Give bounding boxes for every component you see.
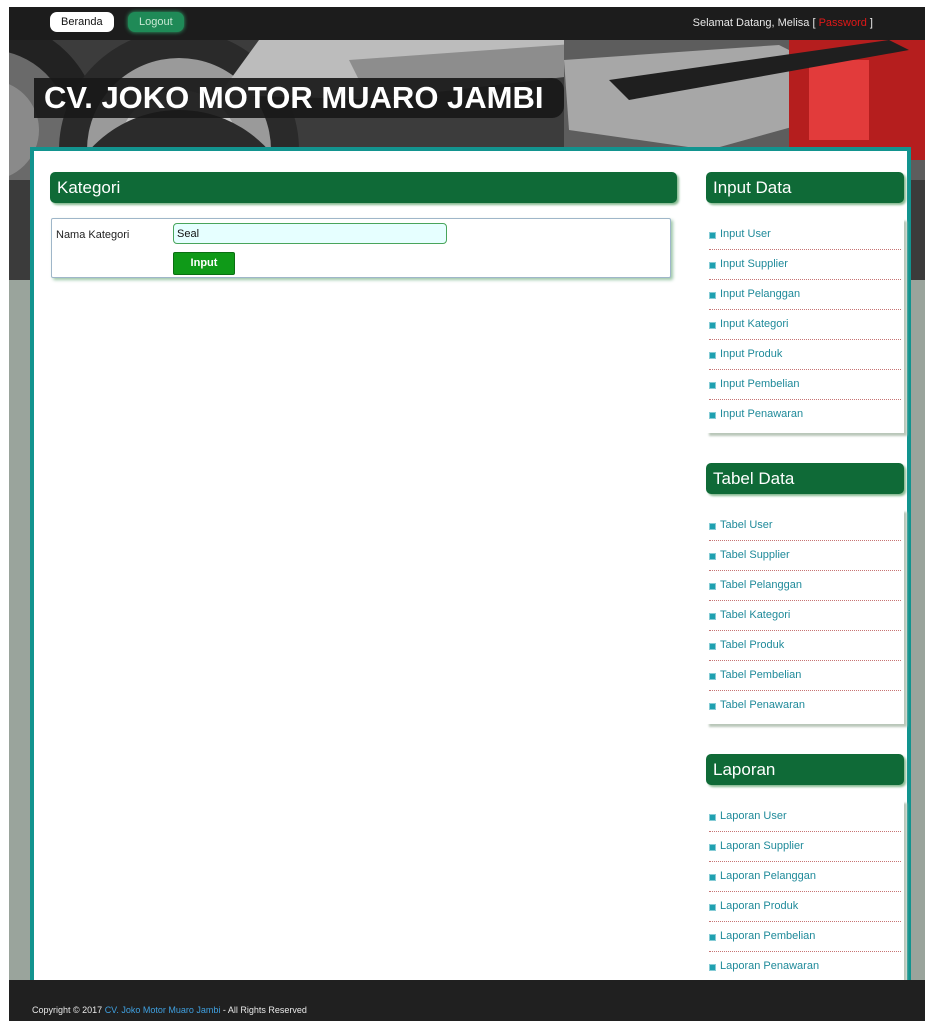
input-submit-button[interactable]: Input bbox=[173, 252, 235, 275]
page-frame: Beranda Logout Selamat Datang, Melisa [ … bbox=[9, 7, 925, 1021]
sidebar-item-laporan-pembelian[interactable]: Laporan Pembelian bbox=[709, 922, 901, 952]
sidebar-item-input-pembelian[interactable]: Input Pembelian bbox=[709, 370, 901, 400]
sidebar-item-label: Input Pembelian bbox=[720, 378, 800, 390]
sidebar-item-label: Tabel Kategori bbox=[720, 609, 791, 621]
bullet-icon bbox=[709, 322, 716, 329]
password-link[interactable]: Password bbox=[819, 17, 867, 29]
sidebar-list-input: Input User Input Supplier Input Pelangga… bbox=[706, 218, 904, 433]
sidebar-item-label: Laporan Pembelian bbox=[720, 930, 816, 942]
top-nav-bar: Beranda Logout Selamat Datang, Melisa [ … bbox=[9, 7, 925, 40]
sidebar-title-laporan: Laporan bbox=[706, 754, 904, 785]
bullet-icon bbox=[709, 232, 716, 239]
bullet-icon bbox=[709, 703, 716, 710]
category-name-label: Nama Kategori bbox=[56, 229, 130, 241]
sidebar-item-label: Tabel Produk bbox=[720, 639, 785, 651]
brand-title: CV. JOKO MOTOR MUARO JAMBI bbox=[34, 78, 564, 118]
bullet-icon bbox=[709, 412, 716, 419]
sidebar-list-tabel: Tabel User Tabel Supplier Tabel Pelangga… bbox=[706, 509, 904, 724]
bullet-icon bbox=[709, 814, 716, 821]
sidebar-item-label: Laporan Supplier bbox=[720, 840, 804, 852]
category-form: Nama Kategori Input bbox=[51, 218, 671, 278]
sidebar-item-tabel-produk[interactable]: Tabel Produk bbox=[709, 631, 901, 661]
sidebar-title-tabel-data: Tabel Data bbox=[706, 463, 904, 494]
sidebar-item-laporan-user[interactable]: Laporan User bbox=[709, 802, 901, 832]
sidebar-item-label: Tabel Supplier bbox=[720, 549, 790, 561]
greeting-suffix: ] bbox=[866, 17, 873, 29]
bullet-icon bbox=[709, 643, 716, 650]
bullet-icon bbox=[709, 874, 716, 881]
sidebar-item-label: Laporan Penawaran bbox=[720, 960, 820, 972]
sidebar-item-label: Input Produk bbox=[720, 348, 783, 360]
company-link[interactable]: CV. Joko Motor Muaro Jambi bbox=[105, 1005, 221, 1015]
sidebar-list-laporan: Laporan User Laporan Supplier Laporan Pe… bbox=[706, 800, 904, 985]
logout-button[interactable]: Logout bbox=[128, 12, 184, 32]
bullet-icon bbox=[709, 262, 716, 269]
sidebar-item-label: Tabel User bbox=[720, 519, 773, 531]
sidebar-item-input-user[interactable]: Input User bbox=[709, 220, 901, 250]
bullet-icon bbox=[709, 583, 716, 590]
home-button[interactable]: Beranda bbox=[50, 12, 114, 32]
sidebar-title-input-data: Input Data bbox=[706, 172, 904, 203]
sidebar-item-laporan-supplier[interactable]: Laporan Supplier bbox=[709, 832, 901, 862]
bullet-icon bbox=[709, 673, 716, 680]
sidebar-item-laporan-penawaran[interactable]: Laporan Penawaran bbox=[709, 952, 901, 981]
bullet-icon bbox=[709, 964, 716, 971]
bullet-icon bbox=[709, 904, 716, 911]
bullet-icon bbox=[709, 352, 716, 359]
content-panel: Kategori Nama Kategori Input Input Data … bbox=[30, 147, 911, 985]
sidebar-item-input-pelanggan[interactable]: Input Pelanggan bbox=[709, 280, 901, 310]
welcome-greeting: Selamat Datang, Melisa [ Password ] bbox=[693, 17, 873, 29]
category-name-input[interactable] bbox=[173, 223, 447, 244]
sidebar-item-label: Input Kategori bbox=[720, 318, 789, 330]
copyright-text: Copyright © 2017 CV. Joko Motor Muaro Ja… bbox=[32, 1005, 307, 1015]
sidebar-item-label: Input Penawaran bbox=[720, 408, 804, 420]
sidebar-item-label: Laporan User bbox=[720, 810, 787, 822]
sidebar-item-tabel-pembelian[interactable]: Tabel Pembelian bbox=[709, 661, 901, 691]
sidebar-item-input-supplier[interactable]: Input Supplier bbox=[709, 250, 901, 280]
sidebar-item-tabel-penawaran[interactable]: Tabel Penawaran bbox=[709, 691, 901, 720]
bullet-icon bbox=[709, 553, 716, 560]
bullet-icon bbox=[709, 844, 716, 851]
sidebar-item-label: Tabel Pembelian bbox=[720, 669, 802, 681]
sidebar-item-label: Tabel Penawaran bbox=[720, 699, 806, 711]
sidebar-item-label: Laporan Pelanggan bbox=[720, 870, 817, 882]
bullet-icon bbox=[709, 382, 716, 389]
bullet-icon bbox=[709, 292, 716, 299]
bullet-icon bbox=[709, 934, 716, 941]
footer: Copyright © 2017 CV. Joko Motor Muaro Ja… bbox=[9, 980, 925, 1021]
section-title: Kategori bbox=[50, 172, 677, 203]
sidebar-item-label: Input User bbox=[720, 228, 771, 240]
sidebar-item-tabel-supplier[interactable]: Tabel Supplier bbox=[709, 541, 901, 571]
sidebar-item-input-produk[interactable]: Input Produk bbox=[709, 340, 901, 370]
sidebar-item-tabel-pelanggan[interactable]: Tabel Pelanggan bbox=[709, 571, 901, 601]
sidebar-item-label: Input Pelanggan bbox=[720, 288, 801, 300]
sidebar-item-laporan-pelanggan[interactable]: Laporan Pelanggan bbox=[709, 862, 901, 892]
sidebar-item-input-penawaran[interactable]: Input Penawaran bbox=[709, 400, 901, 429]
sidebar-item-input-kategori[interactable]: Input Kategori bbox=[709, 310, 901, 340]
sidebar: Input Data Input User Input Supplier Inp… bbox=[706, 172, 909, 985]
sidebar-item-label: Input Supplier bbox=[720, 258, 788, 270]
sidebar-item-label: Tabel Pelanggan bbox=[720, 579, 802, 591]
copyright-suffix: - All Rights Reserved bbox=[220, 1005, 307, 1015]
greeting-prefix: Selamat Datang, Melisa [ bbox=[692, 17, 819, 29]
bullet-icon bbox=[709, 523, 716, 530]
sidebar-item-label: Laporan Produk bbox=[720, 900, 799, 912]
bullet-icon bbox=[709, 613, 716, 620]
sidebar-item-laporan-produk[interactable]: Laporan Produk bbox=[709, 892, 901, 922]
copyright-prefix: Copyright © 2017 bbox=[32, 1005, 105, 1015]
sidebar-item-tabel-user[interactable]: Tabel User bbox=[709, 511, 901, 541]
sidebar-item-tabel-kategori[interactable]: Tabel Kategori bbox=[709, 601, 901, 631]
